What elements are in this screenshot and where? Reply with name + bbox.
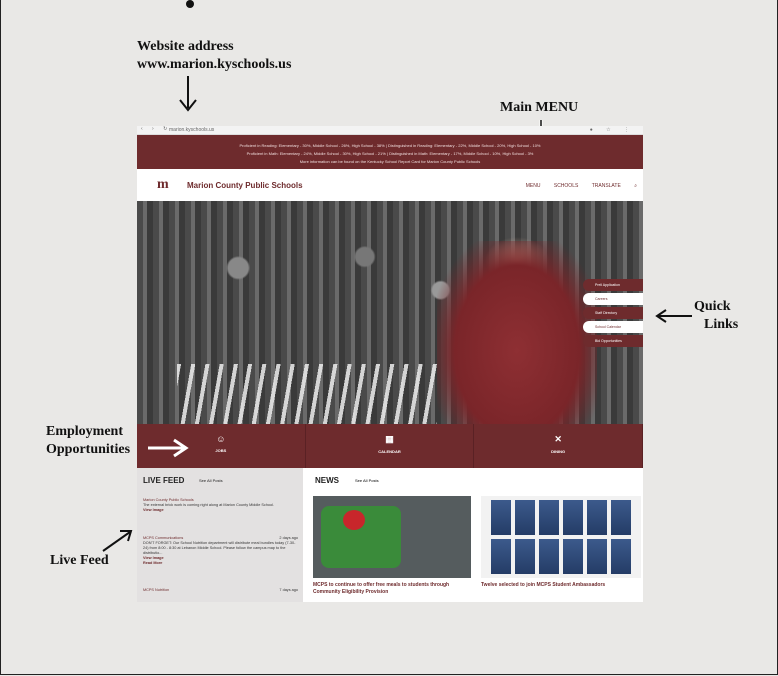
live-feed-panel: LIVE FEED See All Posts Marion County Pu… [137,468,303,602]
quick-link-calendar[interactable]: School Calendar [583,321,643,333]
news-see-all[interactable]: See All Posts [355,478,379,483]
notice-line: Proficient in Math: Elementary - 24%, Mi… [246,151,534,156]
browser-controls-icon[interactable]: ● ☆ ⋮ [590,127,635,133]
notice-line: Proficient in Reading: Elementary - 30%,… [239,143,541,148]
annotation-quick-2: Links [704,317,739,332]
annotation-quick-1: Quick [694,299,731,314]
live-feed-title: LIVE FEED [143,476,185,485]
quick-link-staff[interactable]: Staff Directory [583,307,643,319]
live-feed-item[interactable]: MCPS Nutrition 7 days ago [143,588,298,593]
graduates-photo [437,241,597,424]
quick-link-preli[interactable]: Preli Application [583,279,643,291]
site-header: m Marion County Public Schools MENU SCHO… [137,169,643,201]
school-logo[interactable]: m [157,177,169,193]
annotation-employment: Employment Opportunities [46,423,130,459]
browser-bar: ‹ › ↻ marion.kyschools.us ● ☆ ⋮ [137,126,643,135]
lower-section: LIVE FEED See All Posts Marion County Pu… [137,468,643,602]
chairs-photo [177,364,437,424]
site-name[interactable]: Marion County Public Schools [187,181,303,190]
arrow-up-right-icon [102,530,133,552]
arrow-right-icon [148,438,189,458]
annotation-website-url: www.marion.kyschools.us [137,57,292,72]
quick-link-bids[interactable]: Bid Opportunities [583,335,643,347]
news-headline-1[interactable]: MCPS to continue to offer free meals to … [313,582,471,596]
student-photos-grid [491,500,631,574]
annotation-website-address: Website address www.marion.kyschools.us [137,38,291,74]
news-headline-2[interactable]: Twelve selected to join MCPS Student Amb… [481,582,641,589]
search-icon[interactable]: ⌕ [634,183,637,189]
feed-text: DON'T FORGET: Our School Nutrition depar… [143,541,296,555]
arrow-down-icon [179,76,197,112]
calendar-icon: ▦ [385,434,394,444]
quick-link-careers[interactable]: Careers [583,293,643,305]
feed-source: MCPS Nutrition [143,588,170,592]
feed-date: 2 days ago [279,536,298,540]
dining-label: DINING [551,449,566,454]
annotation-live-feed: Live Feed [50,553,109,568]
feed-link[interactable]: View Image [143,508,298,513]
schools-button[interactable]: SCHOOLS [554,183,578,189]
website-screenshot: ‹ › ↻ marion.kyschools.us ● ☆ ⋮ Proficie… [137,126,643,602]
feed-read-more[interactable]: Read More [143,561,298,566]
dining-icon: ✕ [554,434,562,444]
arrow-left-icon [655,309,692,323]
feed-date: 7 days ago [279,588,298,592]
address-bar[interactable]: marion.kyschools.us [169,127,214,133]
calendar-label: CALENDAR [378,449,401,454]
annotation-main-menu: Main MENU [500,100,579,115]
marker-dot [186,0,194,8]
bottom-bar: ☺ JOBS ▦ CALENDAR ✕ DINING [137,424,643,468]
calendar-button[interactable]: ▦ CALENDAR [306,424,475,468]
annotation-quick-links: Quick Links [694,298,738,334]
translate-button[interactable]: TRANSLATE [592,183,621,189]
annotation-employment-1: Employment [46,424,123,439]
browser-nav-icon[interactable]: ‹ › ↻ [141,126,171,132]
live-feed-item[interactable]: Marion County Public Schools The externa… [143,498,298,513]
dining-button[interactable]: ✕ DINING [474,424,643,468]
live-feed-see-all[interactable]: See All Posts [199,478,223,483]
header-nav: MENU SCHOOLS TRANSLATE ⌕ [514,183,637,189]
annotation-employment-2: Opportunities [46,442,131,457]
news-title: NEWS [315,476,339,485]
news-panel: NEWS See All Posts MCPS to continue to o… [313,468,643,602]
proficiency-notice: Proficient in Reading: Elementary - 30%,… [137,135,643,169]
news-image-meals[interactable] [313,496,471,578]
jobs-label: JOBS [215,448,227,453]
live-feed-item[interactable]: MCPS Communications 2 days ago DON'T FOR… [143,536,298,566]
apple-image [343,510,365,530]
annotation-website-label: Website address [137,39,234,54]
menu-button[interactable]: MENU [526,183,541,189]
news-image-ambassadors[interactable] [481,496,641,578]
notice-link[interactable]: More information can be found on the Ken… [137,158,643,166]
hero-image: Preli Application Careers Staff Director… [137,201,643,424]
